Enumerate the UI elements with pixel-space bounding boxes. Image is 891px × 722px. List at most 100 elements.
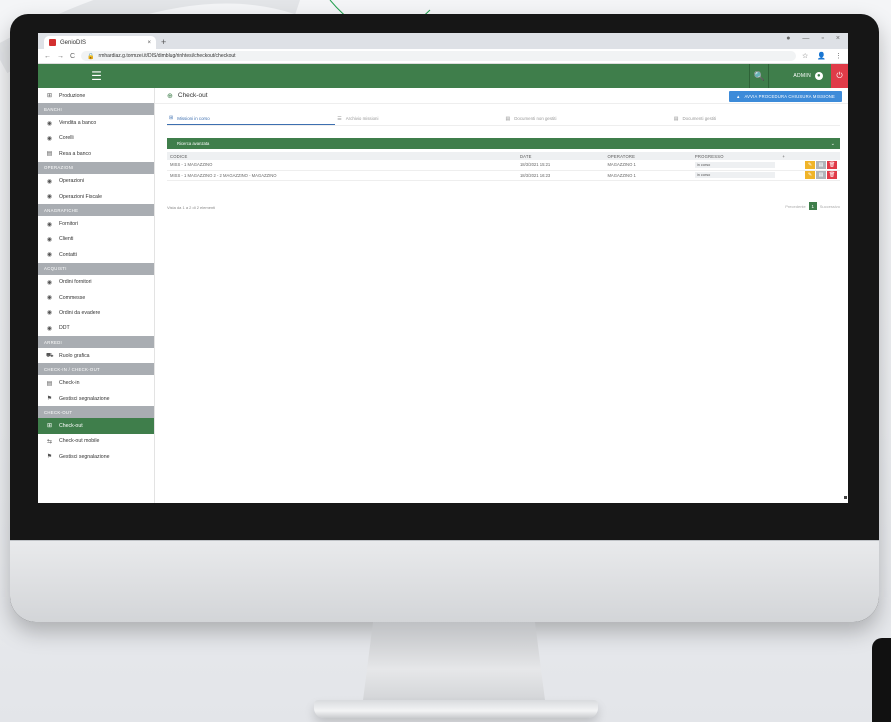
advanced-search-bar[interactable]: Ricerca avanzata ⌄ (167, 138, 840, 149)
app-body: ⊞ Produzione BANCHI ◉ Vendita a banco ◉ Corell… (38, 88, 848, 503)
profile-icon[interactable]: ● (786, 35, 790, 42)
logout-button[interactable]: ⏻ (831, 64, 848, 88)
browser-tabbar: GenioDIS × + ● — ▫ × (38, 33, 848, 49)
sidebar-item[interactable]: ◉ DDT (38, 321, 154, 336)
sidebar-item-icon: ◉ (46, 279, 53, 286)
column-progress[interactable]: PROGRESSO (691, 152, 780, 160)
sidebar: ⊞ Produzione BANCHI ◉ Vendita a banco ◉ Corell… (38, 88, 155, 503)
sidebar-item-icon: ⛟ (46, 352, 54, 359)
sidebar-item-label: Ruolo grafica (59, 352, 90, 359)
sidebar-item[interactable]: ◉ Operazioni (38, 174, 154, 189)
minimize-icon[interactable]: — (802, 35, 809, 42)
start-closing-procedure-button[interactable]: ▲ AVVIA PROCEDURA CHIUSURA MISSIONE (729, 91, 842, 102)
cell-actions: ✎ ▤ 🗑 (779, 170, 840, 181)
sidebar-item[interactable]: ⇆ Check-out mobile (38, 434, 154, 449)
sidebar-item[interactable]: ◉ Clienti (38, 232, 154, 247)
sidebar-item[interactable]: ⚑ Gestisci segnalazione (38, 449, 154, 464)
tab-close-icon[interactable]: × (147, 40, 151, 46)
pagination-prev[interactable]: Precedente (785, 204, 805, 209)
sidebar-item[interactable]: ◉ Operazioni Fiscale (38, 189, 154, 204)
column-date[interactable]: DATE (516, 152, 605, 160)
tab-label: Missioni in corso (177, 115, 210, 121)
url-text: rmhardiaz.g.tormzei.it/DIS/dimblug/rinht… (98, 53, 236, 59)
view-icon[interactable]: ▤ (816, 171, 826, 179)
reload-icon[interactable]: C (70, 53, 75, 60)
table-header-row: CODICE DATE OPERATORE PROGRESSO + (167, 152, 840, 160)
sidebar-item-label: Gestisci segnalazione (59, 453, 110, 460)
sidebar-section: ANAGRAFICHE (38, 204, 154, 217)
tab-missioni-in-corso[interactable]: ⊞ Missioni in corso (167, 112, 336, 125)
search-icon[interactable]: 🔍 (749, 64, 770, 88)
sidebar-item-icon: ◉ (46, 221, 53, 228)
delete-icon[interactable]: 🗑 (827, 171, 837, 179)
sidebar-item-icon: ◉ (46, 178, 53, 185)
cell-date: 18/3/2021 15:21 (516, 160, 605, 171)
progress-bar: in corso (694, 172, 775, 178)
new-tab-icon[interactable]: + (161, 36, 166, 49)
tab-label: Archivio missioni (345, 116, 379, 121)
column-add[interactable]: + (779, 152, 840, 160)
sidebar-item[interactable]: ◉ Corelli (38, 131, 154, 146)
header-right: 🔍 ADMIN ● ⏻ (749, 64, 848, 88)
cell-progress: in corso (691, 170, 780, 181)
sidebar-item[interactable]: ▤ Resa a banco (38, 146, 154, 161)
sidebar-item[interactable]: ⚑ Gestisci segnalazione (38, 391, 154, 406)
back-icon[interactable]: ← (44, 53, 51, 60)
delete-icon[interactable]: 🗑 (827, 160, 837, 169)
profile-avatar-icon[interactable]: 👤 (817, 52, 826, 60)
view-icon[interactable]: ▤ (816, 160, 826, 169)
pagination-next[interactable]: Successivo (820, 204, 840, 209)
cta-label: AVVIA PROCEDURA CHIUSURA MISSIONE (744, 94, 835, 99)
sidebar-item[interactable]: ◉ Contatti (38, 247, 154, 262)
sidebar-item[interactable]: ▤ Check-in (38, 375, 154, 390)
url-field[interactable]: 🔒 rmhardiaz.g.tormzei.it/DIS/dimblug/rin… (81, 51, 796, 61)
sidebar-item-icon: ◉ (46, 310, 53, 317)
advanced-search-label: Ricerca avanzata (177, 141, 210, 146)
sidebar-item-icon: ⚑ (46, 454, 53, 461)
sidebar-item[interactable]: ◉ Vendita a banco (38, 115, 154, 130)
sidebar-item-label: Vendita a banco (59, 120, 97, 127)
cell-operator: MAGAZZINO 1 (604, 170, 692, 181)
checkout-icon: ⊕ (167, 92, 173, 100)
sidebar-item[interactable]: ⊞ Produzione (38, 88, 154, 103)
tab-archivio-missioni[interactable]: ☰ Archivio missioni (335, 112, 503, 125)
sidebar-item-icon: ▤ (46, 151, 53, 158)
close-window-icon[interactable]: × (836, 35, 840, 42)
sidebar-item[interactable]: ⊞ Check-out (38, 418, 154, 434)
window-controls: ● — ▫ × (786, 35, 840, 42)
scrollbar[interactable] (844, 496, 847, 499)
sidebar-item[interactable]: ◉ Commesse (38, 290, 154, 305)
cell-date: 18/3/2021 16:23 (516, 170, 605, 181)
maximize-icon[interactable]: ▫ (821, 35, 823, 42)
user-name: ADMIN (793, 73, 811, 79)
tab-documenti-non-gestiti[interactable]: ▤ Documenti non gestiti (504, 112, 672, 125)
forward-icon[interactable]: → (57, 53, 64, 60)
table-row[interactable]: MISS - 1 MAGAZZINO 2 - 2 MAGAZZINO - MAG… (167, 170, 840, 181)
tab-documenti-gestiti[interactable]: ▤ Documenti gestiti (672, 112, 840, 125)
list-icon: ☰ (337, 115, 342, 122)
chevron-down-icon: ⌄ (830, 140, 835, 147)
column-code[interactable]: CODICE (167, 152, 517, 160)
tab-label: Documenti gestiti (682, 116, 717, 121)
bookmark-star-icon[interactable]: ☆ (802, 52, 808, 60)
edit-icon[interactable]: ✎ (805, 171, 815, 179)
sidebar-item-label: Gestisci segnalazione (59, 395, 110, 402)
sidebar-item-label: Fornitori (59, 221, 79, 228)
sidebar-item[interactable]: ◉ Ordini da evadere (38, 305, 154, 320)
user-menu[interactable]: ADMIN ● (769, 72, 831, 80)
browser-addressbar: ← → C 🔒 rmhardiaz.g.tormzei.it/DIS/dimbl… (38, 49, 848, 64)
browser-tab[interactable]: GenioDIS × (44, 36, 156, 49)
pagination-page[interactable]: 1 (808, 202, 817, 210)
sidebar-item-label: Check-out mobile (59, 438, 100, 445)
table-row[interactable]: MISS - 1 MAGAZZINO 18/3/2021 15:21 MAGAZ… (167, 160, 840, 171)
sidebar-item[interactable]: ◉ Ordini fornitori (38, 275, 154, 290)
sidebar-section: CHECK-IN / CHECK-OUT (38, 363, 154, 376)
column-operator[interactable]: OPERATORE (604, 152, 692, 160)
sidebar-item-icon: ⊞ (46, 423, 53, 430)
edit-icon[interactable]: ✎ (805, 160, 815, 169)
sidebar-item[interactable]: ◉ Fornitori (38, 216, 154, 231)
sidebar-item-icon: ▤ (46, 380, 53, 387)
sidebar-item[interactable]: ⛟ Ruolo grafica (38, 348, 154, 363)
menu-icon[interactable]: ☰ (38, 69, 155, 83)
browser-menu-icon[interactable]: ⋮ (835, 52, 842, 60)
